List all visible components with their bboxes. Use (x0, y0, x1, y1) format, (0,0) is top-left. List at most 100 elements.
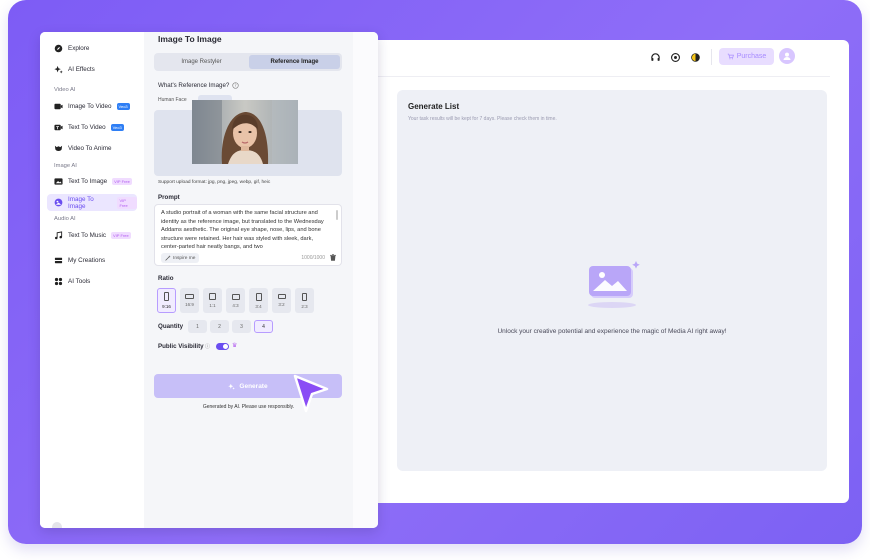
sidebar-footer-icon[interactable] (52, 522, 62, 528)
reference-portrait-image (192, 100, 298, 164)
sidebar-item-label: Text To Image (68, 178, 108, 185)
generate-list-title: Generate List (408, 102, 460, 111)
new-badge: Veo3 (116, 103, 130, 110)
ratio-option-3-2[interactable]: 3:2 (272, 288, 291, 313)
ratio-option-label: 9:16 (162, 304, 171, 309)
sidebar-item-text-to-image[interactable]: Text To Image VIP Free (47, 173, 137, 190)
public-visibility-text: Public Visibility (158, 343, 204, 350)
sidebar-item-label: AI Effects (68, 66, 95, 73)
reference-help-label: What's Reference Image? (158, 82, 230, 89)
sidebar-item-text-to-video[interactable]: Text To Video Veo3 (47, 119, 137, 136)
visibility-help-icon[interactable]: ⓘ (205, 343, 210, 350)
user-avatar[interactable] (779, 48, 795, 64)
sidebar-item-ai-tools[interactable]: AI Tools (47, 273, 137, 290)
settings-panel: Image To Image Image Restyler Reference … (144, 32, 353, 528)
results-window: Purchase Generate List Your task results… (358, 40, 849, 503)
help-icon[interactable]: ? (232, 82, 239, 89)
inspire-me-button[interactable]: Inspire me (161, 253, 200, 263)
quantity-label: Quantity (158, 323, 183, 330)
empty-image-illustration (579, 258, 645, 310)
sidebar-item-ai-effects[interactable]: AI Effects (47, 61, 137, 78)
public-visibility-label: Public Visibility (158, 343, 204, 350)
purchase-button[interactable]: Purchase (719, 48, 774, 65)
ratio-options: 9:16 16:9 1:1 4:3 3:4 3:2 2:3 (157, 288, 314, 313)
ratio-option-3-4[interactable]: 3:4 (249, 288, 268, 313)
mouse-pointer-icon (293, 374, 329, 413)
image-swap-icon (54, 198, 63, 207)
sidebar-item-image-to-video[interactable]: Image To Video Veo3 (47, 98, 137, 115)
top-bar: Purchase (358, 40, 849, 76)
purchase-label: Purchase (736, 53, 767, 60)
sidebar-item-explore[interactable]: Explore (47, 40, 137, 57)
ratio-option-2-3[interactable]: 2:3 (295, 288, 314, 313)
prompt-scrollbar[interactable] (336, 210, 338, 220)
prompt-text[interactable]: A studio portrait of a woman with the sa… (161, 209, 331, 249)
tab-reference-image[interactable]: Reference Image (249, 55, 340, 69)
ratio-option-label: 16:9 (185, 302, 194, 307)
sidebar-item-label: Explore (68, 45, 90, 52)
public-visibility-toggle[interactable] (216, 343, 229, 350)
quantity-option-1[interactable]: 1 (188, 320, 207, 333)
sidebar-item-label: Image To Video (68, 103, 112, 110)
generate-list-subtitle: Your task results will be kept for 7 day… (408, 116, 557, 122)
ratio-option-1-1[interactable]: 1:1 (203, 288, 222, 313)
reference-upload-area[interactable] (154, 100, 342, 176)
sidebar-item-image-to-image[interactable]: Image To Image VIP Free (47, 194, 137, 211)
headset-icon[interactable] (648, 50, 662, 64)
quantity-option-3[interactable]: 3 (232, 320, 251, 333)
ratio-option-label: 3:4 (255, 303, 262, 309)
sparkle-icon (228, 383, 236, 390)
character-counter: 1000/1000 (301, 255, 325, 261)
music-note-icon (54, 231, 63, 240)
empty-state-text: Unlock your creative potential and exper… (497, 328, 727, 335)
magic-wand-icon (165, 255, 171, 261)
section-audio-ai: Audio AI (54, 216, 76, 222)
quantity-option-2[interactable]: 2 (210, 320, 229, 333)
vip-badge: VIP Free (112, 178, 132, 185)
ratio-option-9-16[interactable]: 9:16 (157, 288, 176, 313)
ratio-shape (209, 293, 216, 300)
svg-text:?: ? (235, 83, 237, 88)
ratio-shape (277, 294, 286, 299)
ratio-option-16-9[interactable]: 16:9 (180, 288, 199, 313)
sidebar: Explore AI Effects Video AI Image To Vid… (40, 32, 144, 528)
ratio-option-label: 4:3 (232, 302, 239, 308)
ratio-label: Ratio (158, 275, 173, 282)
sidebar-item-label: My Creations (68, 257, 106, 264)
prompt-label-text: Prompt (158, 194, 180, 201)
stack-icon (54, 256, 63, 265)
trash-icon[interactable] (329, 253, 337, 262)
reference-help-row: What's Reference Image? ? (158, 82, 239, 89)
sidebar-item-label: Video To Anime (68, 145, 112, 152)
prompt-label: Prompt (158, 194, 180, 201)
video-text-icon (54, 123, 63, 132)
mode-tabs: Image Restyler Reference Image (154, 53, 342, 71)
image-to-image-window: Explore AI Effects Video AI Image To Vid… (40, 32, 378, 528)
tab-image-restyler[interactable]: Image Restyler (156, 55, 247, 69)
prompt-textarea[interactable]: A studio portrait of a woman with the sa… (154, 204, 342, 266)
sparkles-icon (54, 65, 63, 74)
ratio-shape (231, 293, 240, 300)
vip-badge: VIP Free (117, 196, 137, 209)
ratio-shape (185, 294, 194, 299)
ratio-option-4-3[interactable]: 4:3 (226, 288, 245, 313)
grid-icon (54, 277, 63, 286)
quantity-option-4[interactable]: 4 (254, 320, 273, 333)
sidebar-item-text-to-music[interactable]: Text To Music VIP Free (47, 227, 137, 244)
sidebar-item-video-to-anime[interactable]: Video To Anime (47, 140, 137, 157)
theme-toggle-icon[interactable] (688, 50, 702, 64)
target-icon[interactable] (668, 50, 682, 64)
sidebar-item-label: Image To Image (68, 195, 94, 210)
ratio-shape (302, 292, 307, 301)
video-image-icon (54, 102, 63, 111)
cart-icon (727, 53, 734, 60)
ratio-shape (255, 292, 262, 301)
generate-label: Generate (239, 382, 268, 390)
sidebar-item-my-creations[interactable]: My Creations (47, 252, 137, 269)
generate-list-panel: Generate List Your task results will be … (397, 90, 827, 471)
toolbar-divider (711, 49, 712, 65)
page-title: Image To Image (158, 34, 222, 44)
compass-icon (54, 44, 63, 53)
ratio-option-label: 1:1 (209, 303, 216, 308)
ratio-label-text: Ratio (158, 275, 174, 282)
